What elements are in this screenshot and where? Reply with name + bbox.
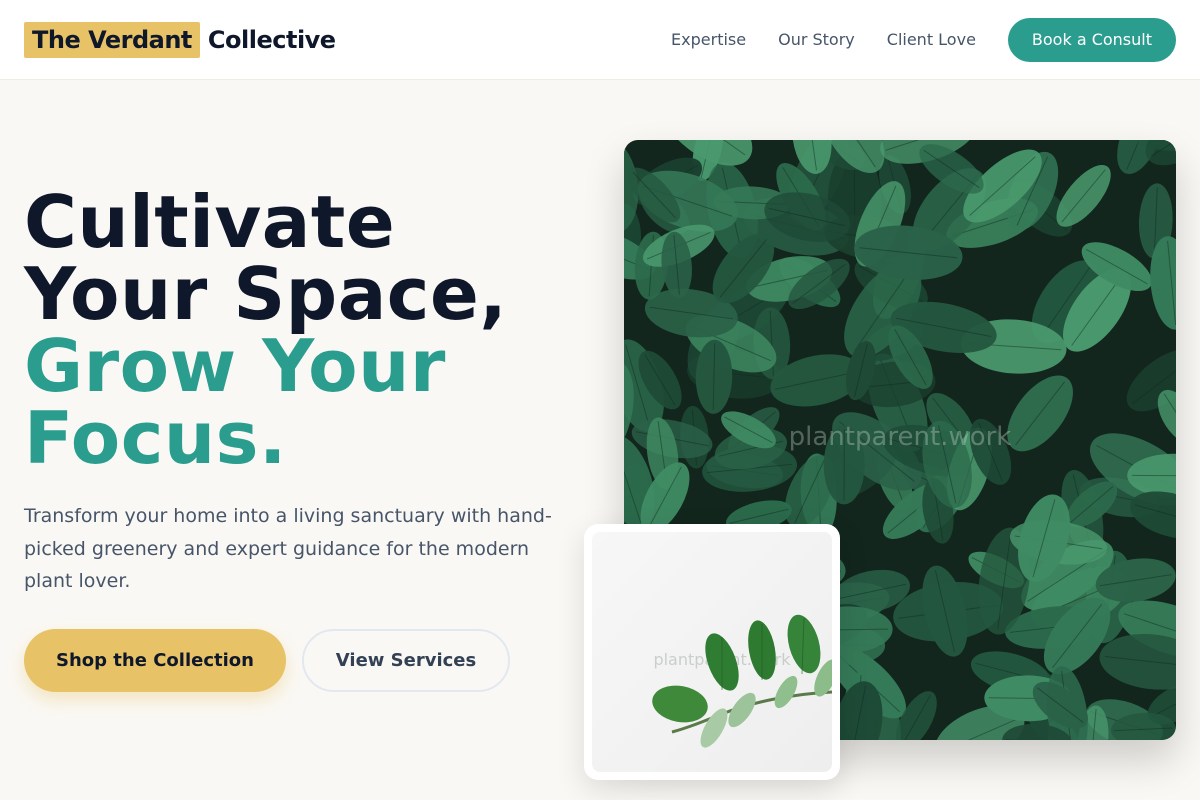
brand-logo[interactable]: The Verdant Collective — [24, 22, 336, 58]
headline-line-4: Focus. — [24, 396, 287, 480]
hero-small-image-card: plantparent.work — [584, 524, 840, 780]
book-consult-button[interactable]: Book a Consult — [1007, 18, 1176, 62]
headline-line-3: Grow Your — [24, 324, 446, 408]
brand-highlight: The Verdant — [24, 22, 200, 58]
headline-line-1: Cultivate — [24, 180, 396, 264]
main-nav: Expertise Our Story Client Love Book a C… — [671, 18, 1176, 62]
brand-name: Collective — [207, 26, 336, 54]
hero-lead-text: Transform your home into a living sanctu… — [24, 505, 552, 592]
shop-collection-button[interactable]: Shop the Collection — [24, 629, 286, 692]
nav-link-client-love[interactable]: Client Love — [887, 18, 976, 62]
view-services-button[interactable]: View Services — [302, 629, 510, 692]
headline-line-2: Your Space, — [24, 252, 508, 336]
main-image-watermark: plantparent.work — [788, 422, 1012, 452]
nav-link-our-story[interactable]: Our Story — [778, 18, 855, 62]
hero-small-image: plantparent.work — [592, 532, 832, 772]
nav-link-expertise[interactable]: Expertise — [671, 18, 746, 62]
leaf-sprig-illustration — [652, 614, 832, 748]
hero-headline: Cultivate Your Space, Grow Your Focus. — [24, 186, 584, 474]
site-header: The Verdant Collective Expertise Our Sto… — [0, 0, 1200, 80]
